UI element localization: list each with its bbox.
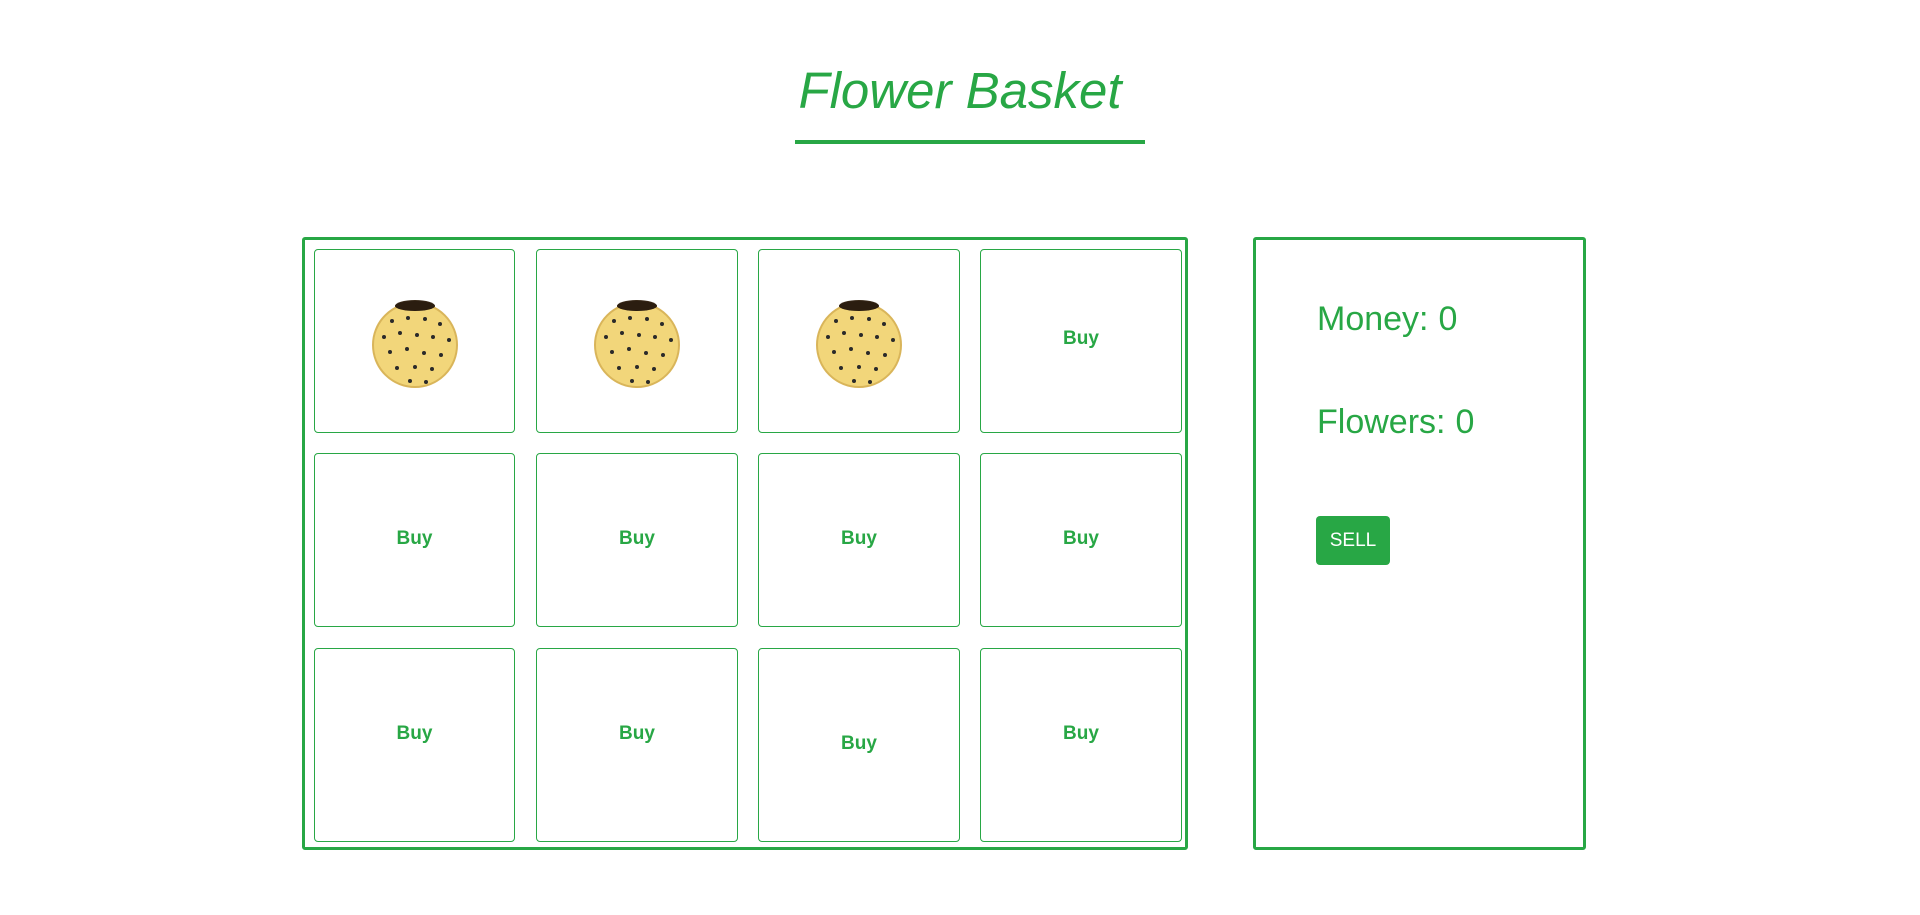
buy-cell[interactable]: Buy — [536, 453, 738, 627]
buy-label: Buy — [396, 528, 433, 549]
flower-grid-panel: Buy Buy Buy Buy Buy Buy Buy Buy Buy — [302, 237, 1188, 850]
flower-pot-icon — [594, 300, 680, 388]
title-underline — [795, 140, 1145, 144]
buy-cell[interactable]: Buy — [758, 648, 960, 842]
grid-cell-2[interactable] — [536, 249, 738, 433]
grid-cell-3[interactable] — [758, 249, 960, 433]
money-label: Money: — [1317, 300, 1429, 338]
buy-cell[interactable]: Buy — [980, 453, 1182, 627]
buy-label: Buy — [841, 528, 877, 549]
buy-cell[interactable]: Buy — [758, 453, 960, 627]
buy-label: Buy — [619, 723, 655, 744]
buy-cell[interactable]: Buy — [980, 249, 1182, 433]
grid-cell-1[interactable] — [314, 249, 515, 433]
buy-cell[interactable]: Buy — [314, 648, 515, 842]
page-title: Flower Basket — [798, 62, 1122, 119]
flower-pot-icon — [816, 300, 902, 388]
buy-label: Buy — [619, 528, 655, 549]
stats-panel: Money: 0 Flowers: 0 SELL — [1253, 237, 1586, 850]
buy-label: Buy — [841, 733, 877, 754]
flowers-value: 0 — [1455, 403, 1475, 441]
flowers-label: Flowers: — [1317, 403, 1446, 441]
flower-pot-icon — [371, 300, 458, 388]
buy-label: Buy — [396, 723, 433, 744]
money-stat: Money: 0 — [1317, 300, 1457, 339]
sell-button[interactable]: SELL — [1316, 516, 1390, 565]
buy-cell[interactable]: Buy — [314, 453, 515, 627]
flowers-stat: Flowers: 0 — [1317, 403, 1474, 442]
page: Flower Basket Buy Buy Buy Buy Buy Buy Bu… — [0, 0, 1920, 915]
money-value: 0 — [1438, 300, 1458, 338]
buy-label: Buy — [1063, 723, 1099, 744]
buy-label: Buy — [1063, 328, 1099, 349]
buy-cell[interactable]: Buy — [980, 648, 1182, 842]
buy-cell[interactable]: Buy — [536, 648, 738, 842]
buy-label: Buy — [1063, 528, 1099, 549]
